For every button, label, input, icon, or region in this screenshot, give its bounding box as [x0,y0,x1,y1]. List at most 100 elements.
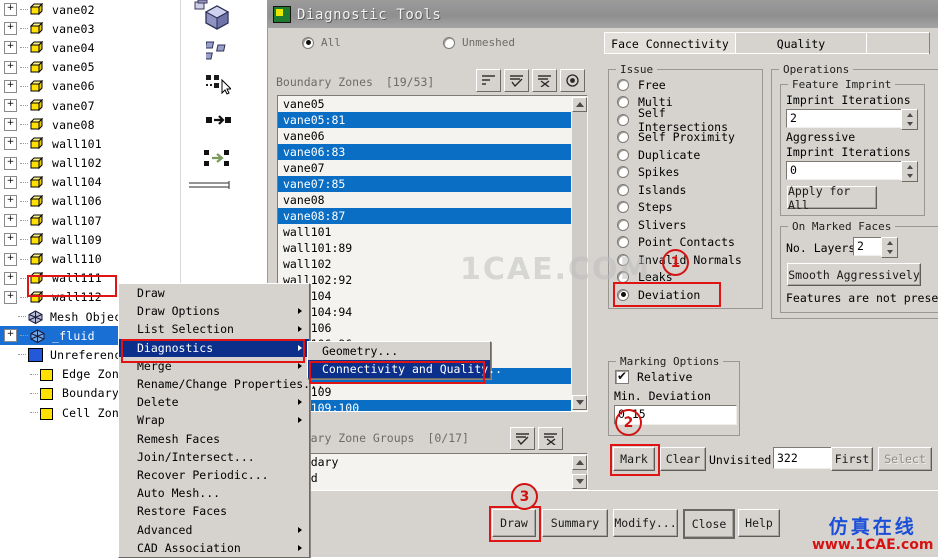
context-menu-item[interactable]: Wrap [119,411,309,429]
first-button[interactable]: First [831,447,873,471]
tree-item[interactable]: + wall109 [0,230,180,249]
tree-expander-icon[interactable]: + [4,99,17,113]
relative-checkbox-row[interactable]: Relative [615,369,692,384]
list-sort-button[interactable] [476,69,501,92]
context-menu-item[interactable]: Advanced [119,520,309,538]
scroll-up-button[interactable] [572,97,587,112]
boundary-zone-item[interactable]: vane08 [278,192,587,208]
tree-item[interactable]: + vane06 [0,77,180,96]
imprint-iterations-spinner[interactable] [901,109,918,130]
cube-view-icon[interactable] [204,4,230,33]
tree-expander-icon[interactable]: + [4,252,17,266]
list-select-all-button[interactable] [504,69,529,92]
zone-group-item[interactable]: field [278,470,587,486]
filter-radio-unmeshed[interactable]: Unmeshed [443,36,515,49]
tree-item[interactable]: + vane04 [0,38,180,57]
issue-option[interactable]: Point Contacts [609,234,762,252]
tree-item[interactable]: + wall104 [0,173,180,192]
clear-button[interactable]: Clear [660,447,706,471]
context-menu-item[interactable]: Delete [119,393,309,411]
context-menu-item[interactable]: Draw Options [119,302,309,320]
tree-item[interactable]: + wall101 [0,134,180,153]
tree-expander-icon[interactable]: + [4,118,17,132]
tree-expander-icon[interactable]: + [4,233,17,247]
aggressive-iterations-input[interactable]: 0 [786,161,906,180]
issue-option[interactable]: Duplicate [609,146,762,164]
groups-deselect-all-button[interactable] [538,427,563,450]
context-menu-item[interactable]: Remesh Faces [119,430,309,448]
boundary-zone-item[interactable]: vane07 [278,160,587,176]
boundary-zone-item[interactable]: wall104:94 [278,304,587,320]
tree-expander-icon[interactable]: + [4,156,17,170]
distribute-icon[interactable] [204,150,232,175]
tree-expander-icon[interactable]: + [4,329,17,343]
tree-item[interactable]: + vane07 [0,96,180,115]
context-menu[interactable]: Draw Draw Options List Selection Diagnostic… [118,283,324,558]
scroll-down-button[interactable] [572,395,587,410]
boundary-zone-item[interactable]: wall109:100 [278,400,587,411]
issue-option[interactable]: Spikes [609,164,762,182]
layers-spin-up[interactable] [882,238,897,248]
tree-expander-icon[interactable]: + [4,79,17,93]
boundary-zone-item[interactable]: wall104 [278,288,587,304]
tab-quality[interactable]: Quality [735,32,867,54]
context-menu-item[interactable]: Restore Faces [119,502,309,520]
boundary-zone-item[interactable]: wall109 [278,384,587,400]
aggressive-spin-down[interactable] [902,172,917,182]
boundary-zone-item[interactable]: wall106 [278,320,587,336]
issue-option[interactable]: Free [609,76,762,94]
submenu-item[interactable]: Connectivity and Quality.. [308,360,502,378]
context-menu-item[interactable]: Auto Mesh... [119,484,309,502]
multi-cube-icon[interactable] [203,40,230,65]
context-menu-item[interactable]: Merge [119,357,309,375]
aggressive-spin-up[interactable] [902,162,917,172]
imprint-spin-down[interactable] [902,120,917,130]
tree-expander-icon[interactable]: + [4,290,17,304]
submenu-item[interactable]: Geometry... [308,342,490,360]
tree-item[interactable]: + wall110 [0,249,180,268]
tree-expander-icon[interactable]: + [4,271,17,285]
aggressive-iterations-spinner[interactable] [901,161,918,182]
tree-expander-icon[interactable]: + [4,22,17,36]
issue-option[interactable]: Steps [609,199,762,217]
tree-expander-icon[interactable]: + [4,194,17,208]
issue-option[interactable]: Self Intersections [609,106,762,134]
dialog-titlebar[interactable]: Diagnostic Tools [268,1,938,28]
groups-select-all-button[interactable] [510,427,535,450]
context-menu-item[interactable]: Diagnostics [119,338,309,357]
zone-groups-list[interactable]: boundaryfield [277,453,588,491]
tree-item[interactable]: + wall107 [0,211,180,230]
boundary-zone-item[interactable]: wall101 [278,224,587,240]
boundary-zone-item[interactable]: vane08:87 [278,208,587,224]
tree-item[interactable]: + vane05 [0,58,180,77]
filter-radio-all[interactable]: All [302,36,341,49]
context-menu-item[interactable]: Rename/Change Properties... [119,375,324,393]
groups-scroll-up-button[interactable] [572,455,587,470]
issue-option[interactable]: Islands [609,181,762,199]
select-points-icon[interactable] [205,74,233,99]
context-menu-item[interactable]: Draw [119,284,309,302]
tree-expander-icon[interactable]: + [4,214,17,228]
tree-expander-icon[interactable]: + [4,175,17,189]
tree-expander-icon[interactable]: + [4,41,17,55]
imprint-spin-up[interactable] [902,110,917,120]
select-button[interactable]: Select [878,447,932,471]
close-button[interactable]: Close [683,509,735,539]
zone-group-item[interactable]: boundary [278,454,587,470]
context-menu-item[interactable]: Recover Periodic... [119,466,309,484]
no-layers-spinner[interactable] [881,237,898,258]
move-to-icon[interactable] [206,114,232,129]
context-menu-item[interactable]: List Selection [119,320,309,338]
groups-scroll-down-button[interactable] [572,474,587,489]
smooth-aggressively-button[interactable]: Smooth Aggressively [787,263,921,286]
tab-face-connectivity[interactable]: Face Connectivity [604,32,736,54]
boundary-zone-item[interactable]: vane06 [278,128,587,144]
tree-item[interactable]: + vane03 [0,19,180,38]
summary-button[interactable]: Summary [542,509,608,537]
modify-button[interactable]: Modify... [613,509,678,537]
context-menu-item[interactable]: CAD Association [119,539,309,557]
ruler-icon[interactable] [189,180,231,193]
issue-option[interactable]: Slivers [609,216,762,234]
draw-button[interactable]: Draw [492,509,536,537]
tree-item[interactable]: + wall102 [0,154,180,173]
